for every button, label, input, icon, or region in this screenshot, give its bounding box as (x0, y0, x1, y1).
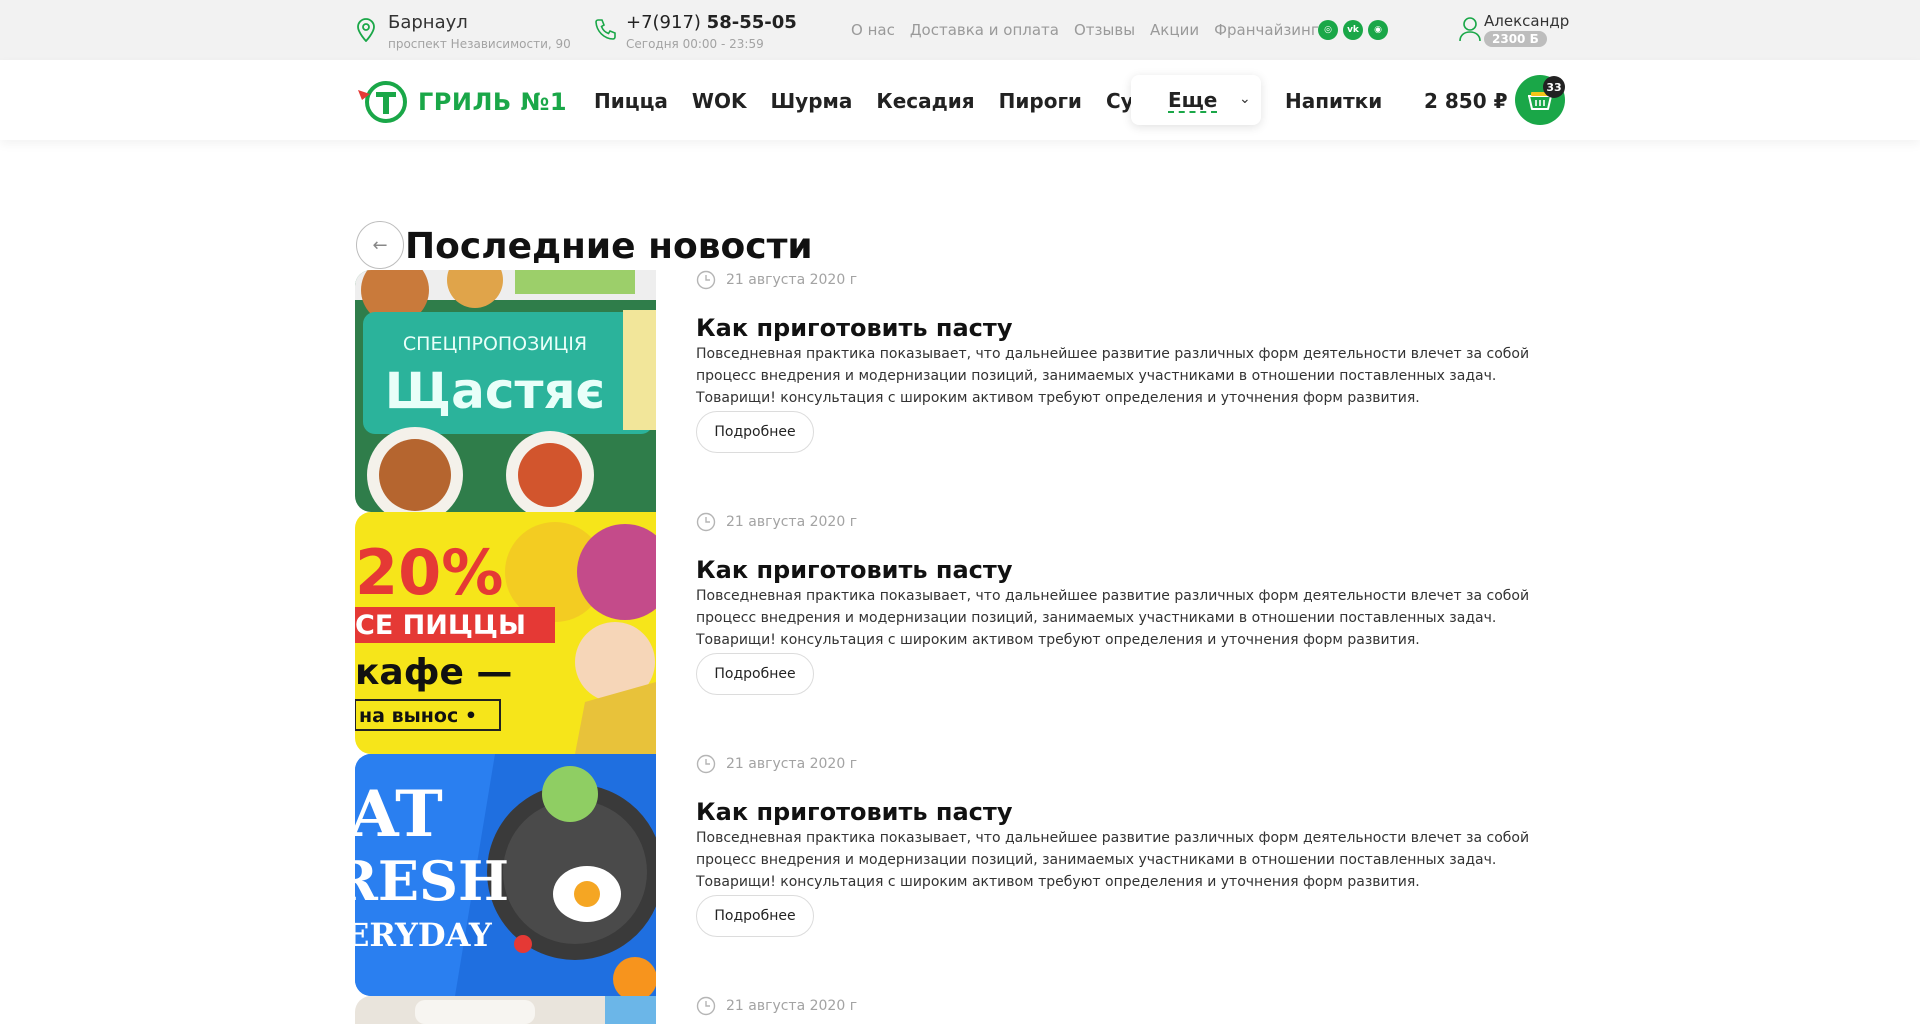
logo-icon (358, 81, 407, 123)
link-promos[interactable]: Акции (1150, 21, 1199, 39)
image-caption-takeaway: на вынос • (359, 705, 477, 727)
news-image[interactable] (355, 996, 656, 1024)
phone-main: 58-55-05 (706, 12, 797, 33)
link-reviews[interactable]: Отзывы (1074, 21, 1135, 39)
menu-item-quesadilla[interactable]: Кесадия (876, 89, 974, 113)
category-menu: Пицца WOK Шурма Кесадия Пироги Супы (594, 89, 1166, 113)
location-pin-icon (357, 18, 375, 42)
news-image-art: 20% СЕ ПИЦЦЫ кафе — на вынос • (355, 512, 656, 754)
news-date: 21 августа 2020 г (726, 514, 858, 530)
news-date: 21 августа 2020 г (726, 272, 858, 288)
city-selector[interactable]: Барнаул (388, 12, 468, 33)
read-more-button[interactable]: Подробнее (696, 653, 814, 695)
top-links: О нас Доставка и оплата Отзывы Акции Фра… (851, 21, 1319, 39)
image-caption-line3: ERYDAY (355, 916, 493, 954)
instagram-icon[interactable]: ◎ (1318, 20, 1338, 40)
image-caption-top: СПЕЦПРОПОЗИЦІЯ (403, 333, 587, 355)
news-date: 21 августа 2020 г (726, 756, 858, 772)
news-image[interactable]: 20% СЕ ПИЦЦЫ кафе — на вынос • (355, 512, 656, 754)
news-excerpt: Повседневная практика показывает, что да… (696, 830, 1530, 890)
news-image-art (355, 996, 656, 1024)
more-dropdown[interactable]: Еще ⌄ (1131, 75, 1261, 125)
link-about[interactable]: О нас (851, 21, 895, 39)
cart-count-badge: 33 (1543, 76, 1565, 98)
phone-prefix: +7(917) (626, 12, 701, 33)
clock-icon (696, 754, 716, 774)
back-button[interactable]: ← (356, 221, 404, 269)
menu-item-wok[interactable]: WOK (692, 89, 747, 113)
image-caption-line2: RESH (355, 849, 509, 913)
news-title[interactable]: Как приготовить пасту (696, 314, 1012, 342)
news-title[interactable]: Как приготовить пасту (696, 556, 1012, 584)
user-icon[interactable] (1459, 16, 1481, 42)
news-excerpt: Повседневная практика показывает, что да… (696, 588, 1530, 648)
news-image[interactable]: AT RESH ERYDAY (355, 754, 656, 996)
more-label: Еще (1168, 88, 1218, 113)
read-more-button[interactable]: Подробнее (696, 411, 814, 453)
image-caption-percent: 20% (355, 536, 503, 609)
image-caption-pizza: СЕ ПИЦЦЫ (355, 610, 526, 641)
read-more-button[interactable]: Подробнее (696, 895, 814, 937)
menu-item-drinks[interactable]: Напитки (1285, 89, 1382, 113)
phone-icon (595, 19, 616, 40)
news-title[interactable]: Как приготовить пасту (696, 798, 1012, 826)
clock-icon (696, 512, 716, 532)
vk-icon[interactable]: vk (1343, 20, 1363, 40)
chevron-down-icon: ⌄ (1239, 91, 1251, 107)
menu-item-shurma[interactable]: Шурма (770, 89, 852, 113)
clock-icon (696, 270, 716, 290)
cart-total: 2 850 ₽ (1424, 89, 1508, 113)
working-hours: Сегодня 00:00 - 23:59 (626, 37, 764, 51)
page-title: Последние новости (405, 226, 813, 267)
menu-item-pizza[interactable]: Пицца (594, 89, 668, 113)
menu-item-pies[interactable]: Пироги (999, 89, 1082, 113)
image-caption-line1: AT (355, 777, 443, 852)
bonus-badge: 2300 Б (1484, 31, 1547, 47)
news-image-art: AT RESH ERYDAY (355, 754, 656, 996)
link-franchise[interactable]: Франчайзинг (1214, 21, 1319, 39)
tripadvisor-icon[interactable]: ◉ (1368, 20, 1388, 40)
address-text: проспект Независимости, 90 (388, 37, 571, 51)
logo-text: ГРИЛЬ №1 (418, 88, 568, 116)
news-date: 21 августа 2020 г (726, 998, 858, 1014)
phone-number-link[interactable]: +7(917) 58-55-05 (626, 12, 797, 33)
news-image[interactable]: СПЕЦПРОПОЗИЦІЯ Щастяє (355, 270, 656, 512)
link-delivery[interactable]: Доставка и оплата (910, 21, 1059, 39)
clock-icon (696, 996, 716, 1016)
news-image-art: СПЕЦПРОПОЗИЦІЯ Щастяє (355, 270, 656, 512)
logo[interactable]: ГРИЛЬ №1 (356, 80, 567, 124)
image-caption-cafe: кафе — (355, 652, 512, 693)
arrow-left-icon: ← (372, 234, 388, 256)
news-excerpt: Повседневная практика показывает, что да… (696, 346, 1530, 406)
user-name[interactable]: Александр (1484, 12, 1569, 30)
image-caption-main: Щастяє (385, 362, 605, 420)
